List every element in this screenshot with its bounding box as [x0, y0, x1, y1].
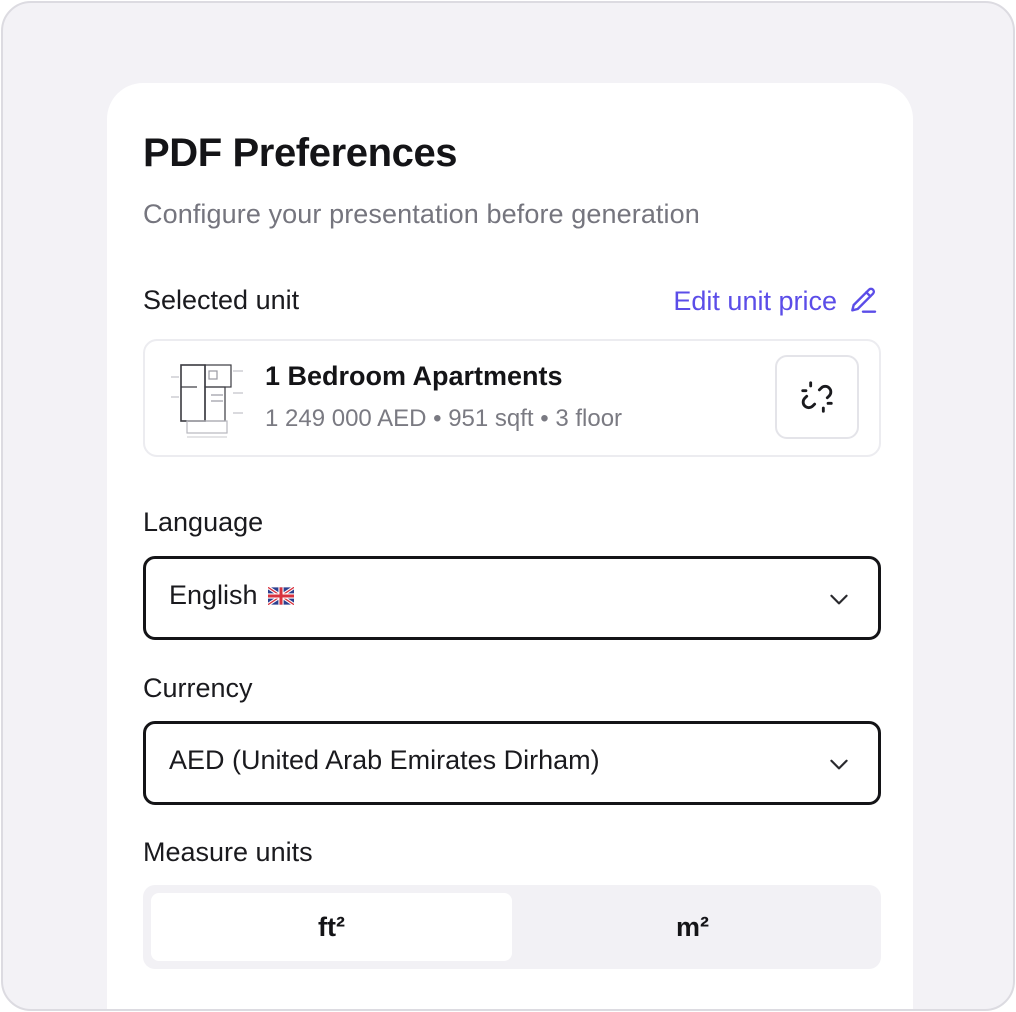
measure-units-toggle: ft² m²: [143, 885, 881, 969]
edit-unit-price-link[interactable]: Edit unit price: [673, 285, 879, 317]
unit-name: 1 Bedroom Apartments: [265, 361, 563, 391]
pdf-preferences-panel: PDF Preferences Configure your presentat…: [107, 83, 913, 1009]
measure-unit-option-ft2[interactable]: ft²: [151, 893, 512, 961]
language-value-text: English: [169, 580, 258, 610]
pencil-icon: [851, 287, 877, 313]
chevron-down-icon: [830, 759, 848, 770]
language-label: Language: [143, 507, 264, 537]
selected-unit-label: Selected unit: [143, 285, 300, 315]
currency-select[interactable]: AED (United Arab Emirates Dirham): [143, 721, 881, 805]
currency-label: Currency: [143, 673, 253, 703]
floorplan-thumbnail: [171, 364, 243, 438]
edit-unit-price-label: Edit unit price: [673, 285, 837, 316]
unlink-icon: [801, 381, 833, 413]
selected-unit-card: 1 Bedroom Apartments 1 249 000 AED • 951…: [143, 339, 881, 457]
currency-value: AED (United Arab Emirates Dirham): [169, 745, 600, 775]
measure-units-label: Measure units: [143, 837, 313, 867]
language-value: English: [169, 580, 294, 611]
unit-details: 1 249 000 AED • 951 sqft • 3 floor: [265, 405, 623, 432]
unlink-unit-button[interactable]: [775, 355, 859, 439]
page-title: PDF Preferences: [143, 131, 458, 175]
uk-flag-icon: [267, 586, 294, 605]
chevron-down-icon: [830, 594, 848, 605]
window-frame: PDF Preferences Configure your presentat…: [1, 1, 1015, 1011]
measure-unit-option-m2[interactable]: m²: [512, 893, 873, 961]
page-subtitle: Configure your presentation before gener…: [143, 199, 700, 229]
language-select[interactable]: English: [143, 556, 881, 640]
